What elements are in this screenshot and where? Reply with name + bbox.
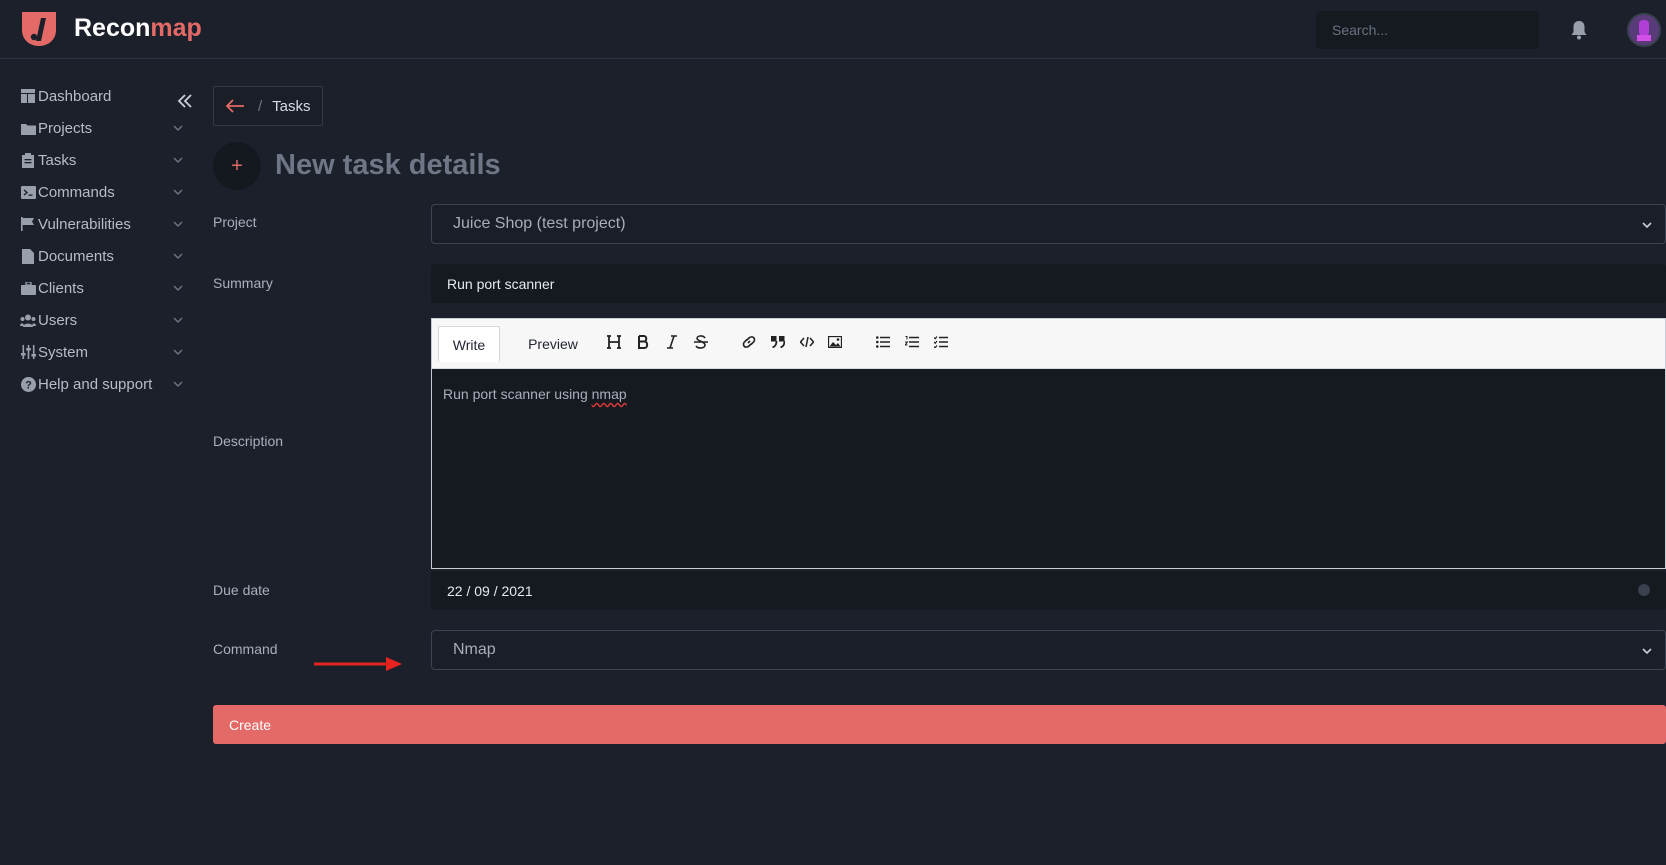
command-select[interactable]: Nmap — [431, 630, 1666, 670]
clear-date-icon[interactable] — [1638, 584, 1650, 596]
project-select-value: Juice Shop (test project) — [453, 215, 626, 232]
briefcase-icon — [20, 280, 36, 296]
chevron-down-icon — [1642, 222, 1652, 229]
sidebar-item-tasks[interactable]: Tasks — [20, 148, 190, 172]
italic-icon[interactable] — [661, 332, 683, 352]
sidebar-item-label: Commands — [38, 183, 115, 201]
sidebar: Dashboard Projects Tasks Commands Vulner… — [0, 60, 200, 865]
link-icon[interactable] — [738, 332, 760, 352]
brand-name[interactable]: Reconmap — [74, 14, 202, 43]
sidebar-item-projects[interactable]: Projects — [20, 116, 190, 140]
tab-preview[interactable]: Preview — [508, 326, 598, 362]
sidebar-item-label: Clients — [38, 279, 84, 297]
chevron-down-icon — [173, 285, 183, 291]
command-label: Command — [213, 641, 278, 657]
chevron-down-icon — [173, 317, 183, 323]
sidebar-item-help-and-support[interactable]: ? Help and support — [20, 372, 190, 396]
bold-icon[interactable] — [632, 332, 654, 352]
due-date-label: Due date — [213, 582, 270, 598]
description-misspelled-word: nmap — [591, 386, 627, 402]
summary-input[interactable]: Run port scanner — [431, 264, 1666, 303]
question-icon: ? — [20, 376, 36, 392]
chevron-down-icon — [173, 157, 183, 163]
sidebar-item-label: Dashboard — [38, 87, 112, 105]
sidebar-item-dashboard[interactable]: Dashboard — [20, 84, 190, 108]
quote-icon[interactable] — [767, 332, 789, 352]
due-date-input[interactable]: 22 / 09 / 2021 — [431, 571, 1666, 610]
bullet-list-icon[interactable] — [872, 332, 894, 352]
sidebar-item-label: Projects — [38, 119, 93, 137]
code-icon[interactable] — [796, 332, 818, 352]
top-bar: Reconmap — [0, 0, 1666, 59]
breadcrumb: / Tasks — [213, 86, 323, 126]
terminal-icon — [20, 184, 36, 200]
sidebar-item-label: Tasks — [38, 151, 77, 169]
heading-icon[interactable] — [603, 332, 625, 352]
strikethrough-icon[interactable] — [690, 332, 712, 352]
description-textarea[interactable]: Run port scanner using nmap — [443, 386, 627, 402]
sidebar-item-commands[interactable]: Commands — [20, 180, 190, 204]
sidebar-item-label: Help and support — [38, 375, 153, 393]
sidebar-item-label: Users — [38, 311, 78, 329]
project-select[interactable]: Juice Shop (test project) — [431, 204, 1666, 244]
chevron-down-icon — [173, 125, 183, 131]
breadcrumb-tasks-link[interactable]: Tasks — [272, 98, 310, 115]
bell-icon[interactable] — [1570, 20, 1588, 40]
clipboard-icon — [20, 152, 36, 168]
image-icon[interactable] — [824, 332, 846, 352]
flag-icon — [20, 216, 36, 232]
sidebar-item-label: Documents — [38, 247, 114, 265]
sidebar-item-label: System — [38, 343, 89, 361]
chevron-down-icon — [1642, 648, 1652, 655]
chevron-down-icon — [173, 253, 183, 259]
sidebar-item-clients[interactable]: Clients — [20, 276, 190, 300]
create-button[interactable]: Create — [213, 705, 1666, 744]
chevron-down-icon — [173, 189, 183, 195]
breadcrumb-separator: / — [258, 97, 263, 115]
command-select-value: Nmap — [453, 641, 496, 658]
plus-icon: + — [213, 142, 261, 190]
document-icon — [20, 248, 36, 264]
chevron-down-icon — [173, 381, 183, 387]
chevron-down-icon — [173, 349, 183, 355]
description-editor: Write Preview Run port scanner using nma… — [431, 318, 1666, 569]
sidebar-item-label: Vulnerabilities — [38, 215, 131, 233]
summary-input-value: Run port scanner — [447, 275, 555, 292]
description-label: Description — [213, 433, 284, 449]
sidebar-item-documents[interactable]: Documents — [20, 244, 190, 268]
project-label: Project — [213, 214, 257, 230]
sliders-icon — [20, 344, 36, 360]
task-list-icon[interactable] — [930, 332, 952, 352]
sidebar-item-vulnerabilities[interactable]: Vulnerabilities — [20, 212, 190, 236]
dashboard-icon — [20, 88, 36, 104]
page-title: New task details — [275, 149, 501, 181]
back-arrow-icon[interactable] — [224, 98, 246, 114]
svg-text:?: ? — [25, 379, 32, 391]
tab-write[interactable]: Write — [438, 326, 500, 362]
avatar[interactable] — [1627, 13, 1661, 47]
summary-label: Summary — [213, 275, 273, 291]
reconmap-logo[interactable] — [20, 10, 58, 48]
red-arrow-annotation — [314, 657, 402, 671]
due-date-value: 22 / 09 / 2021 — [447, 582, 533, 599]
numbered-list-icon[interactable] — [901, 332, 923, 352]
folder-icon — [20, 120, 36, 136]
search-input[interactable] — [1316, 11, 1539, 49]
sidebar-item-users[interactable]: Users — [20, 308, 190, 332]
sidebar-item-system[interactable]: System — [20, 340, 190, 364]
description-text: Run port scanner using — [443, 386, 592, 402]
editor-toolbar: Write Preview — [432, 319, 1665, 369]
chevron-down-icon — [173, 221, 183, 227]
users-icon — [20, 312, 36, 328]
